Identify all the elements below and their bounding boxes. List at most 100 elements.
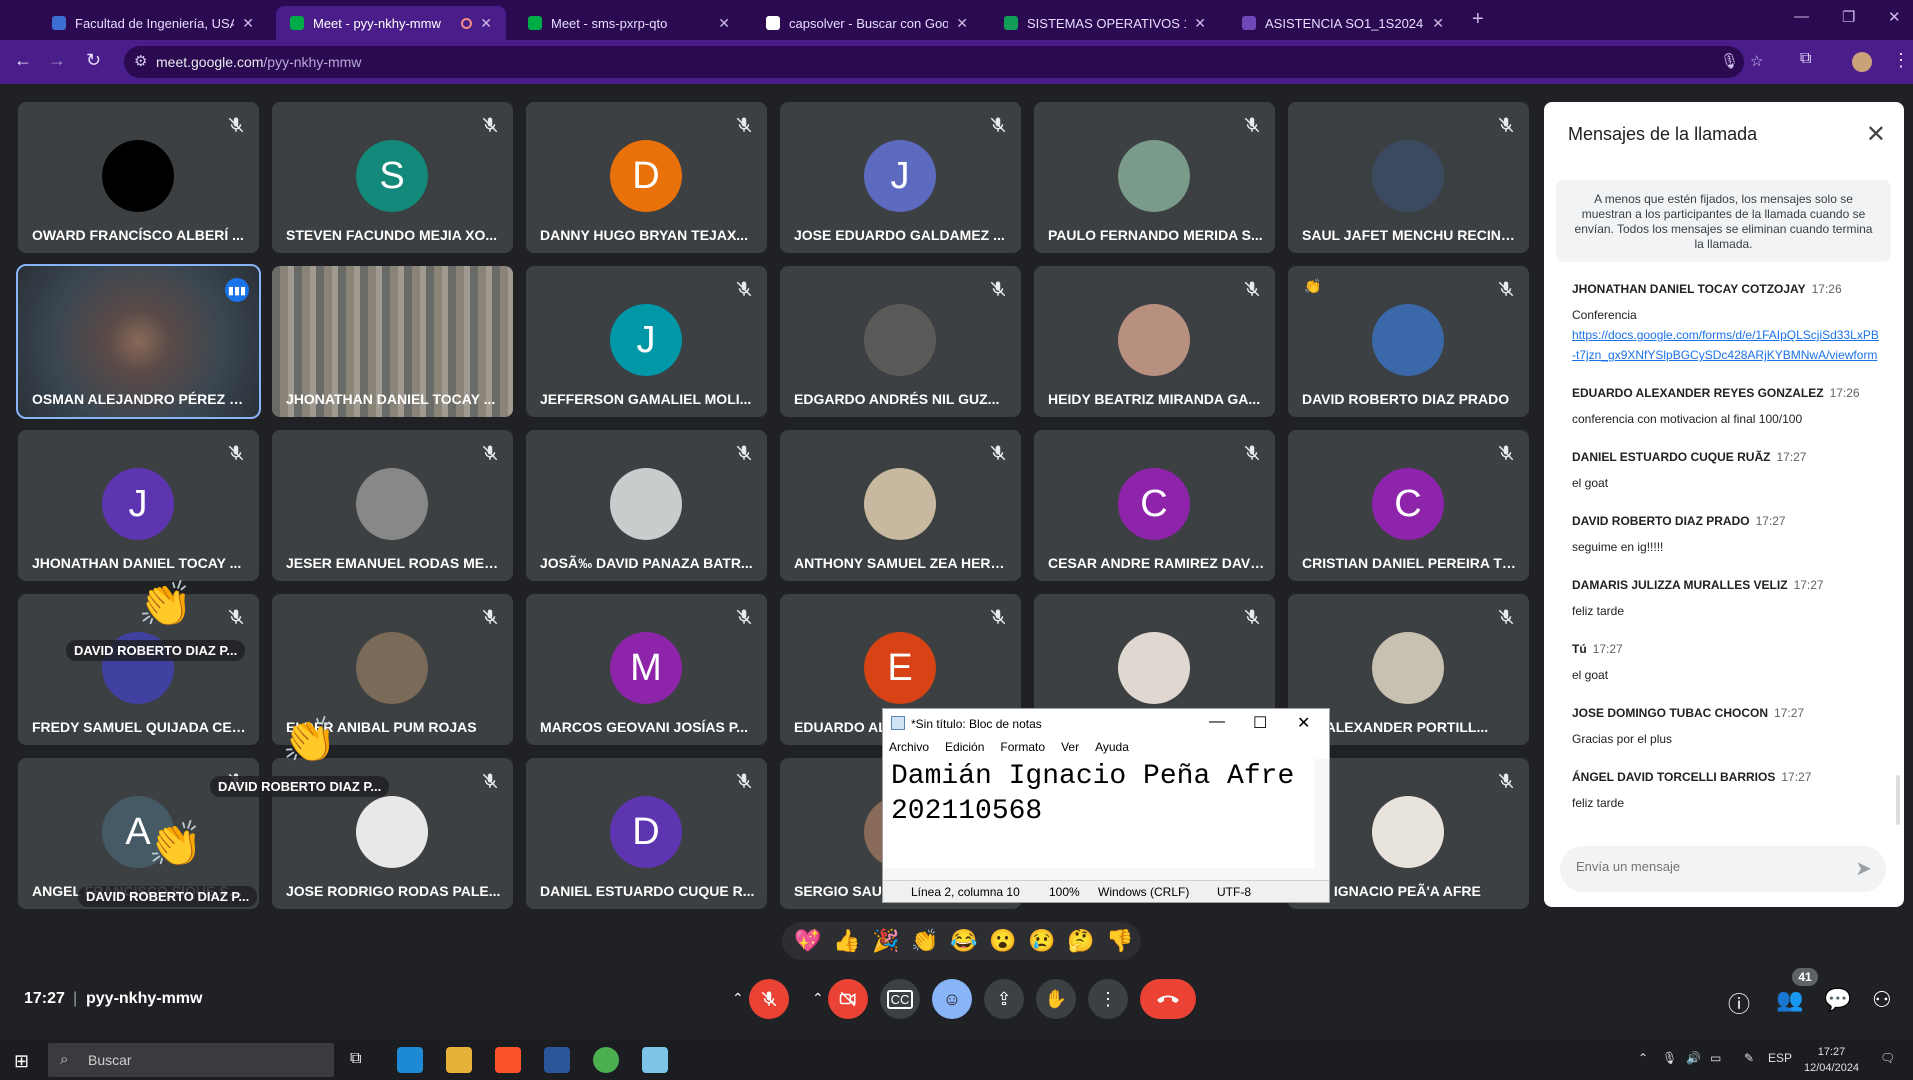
reaction-emoji-button[interactable]: 💖 (794, 928, 821, 954)
site-info-icon[interactable]: ⚙ (134, 52, 147, 70)
windows-start-icon[interactable]: ⊞ (14, 1051, 29, 1072)
tab-close-icon[interactable]: ✕ (1194, 15, 1206, 32)
notepad-menu-item[interactable]: Archivo (889, 740, 929, 754)
reaction-emoji-button[interactable]: 👎 (1106, 928, 1133, 954)
network-icon[interactable]: ▭ (1710, 1051, 1721, 1065)
volume-icon[interactable]: 🔊 (1686, 1051, 1701, 1065)
new-tab-button[interactable]: + (1472, 8, 1484, 31)
audio-options-chevron-icon[interactable]: ⌃ (732, 990, 744, 1007)
participant-tile[interactable]: SAUL JAFET MENCHU RECINOS (1288, 102, 1529, 253)
notepad-menu-item[interactable]: Ver (1061, 740, 1079, 754)
language-indicator[interactable]: ESP (1768, 1051, 1792, 1065)
browser-tab[interactable]: Meet - pyy-nkhy-mmw ✕ (276, 6, 506, 40)
message-input[interactable] (1576, 859, 1836, 874)
participant-tile[interactable]: D DANIEL ESTUARDO CUQUE R... (526, 758, 767, 909)
camera-button[interactable] (828, 979, 868, 1019)
participant-tile[interactable]: JOSÃ‰ DAVID PANAZA BATR... (526, 430, 767, 581)
leave-call-button[interactable] (1140, 979, 1196, 1019)
message-link[interactable]: https://docs.google.com/forms/d/e/1FAIpQ… (1572, 325, 1882, 365)
participant-tile[interactable]: JHONATHAN DANIEL TOCAY ... (272, 266, 513, 417)
tray-chevron-icon[interactable]: ⌃ (1638, 1051, 1648, 1065)
participant-tile[interactable]: PAULO FERNANDO MERIDA S... (1034, 102, 1275, 253)
people-icon[interactable]: 👥 (1776, 987, 1803, 1013)
bookmark-star-icon[interactable]: ☆ (1750, 52, 1763, 70)
notepad-horizontal-scrollbar[interactable] (883, 868, 1329, 880)
notepad-menu-item[interactable]: Edición (945, 740, 984, 754)
more-options-button[interactable]: ⋮ (1088, 979, 1128, 1019)
back-icon[interactable]: ← (14, 50, 32, 71)
activities-icon[interactable]: ⚇ (1872, 987, 1892, 1013)
notepad-taskbar-icon[interactable] (642, 1047, 668, 1073)
chat-scrollbar[interactable] (1896, 775, 1900, 825)
tab-close-icon[interactable]: ✕ (956, 15, 968, 32)
notifications-icon[interactable]: 🗨 (1880, 1051, 1895, 1065)
tab-close-icon[interactable]: ✕ (242, 15, 254, 32)
reaction-emoji-button[interactable]: 👍 (833, 928, 860, 954)
browser-tab[interactable]: ASISTENCIA SO1_1S2024 12/04 ✕ (1228, 6, 1458, 40)
participant-tile[interactable]: EDGARDO ANDRÉS NIL GUZ... (780, 266, 1021, 417)
notepad-menu-item[interactable]: Formato (1000, 740, 1045, 754)
browser-tab[interactable]: capsolver - Buscar con Google ✕ (752, 6, 982, 40)
taskbar-clock[interactable]: 17:27 12/04/2024 (1804, 1044, 1859, 1076)
notepad-text-area[interactable]: Damián Ignacio Peña Afre 202110568 (891, 759, 1311, 869)
chrome-icon[interactable] (593, 1047, 619, 1073)
brave-browser-icon[interactable] (495, 1047, 521, 1073)
url-field[interactable]: ⚙ meet.google.com/pyy-nkhy-mmw 🎙 ☆ (124, 46, 1763, 78)
present-screen-button[interactable]: ⇪ (984, 979, 1024, 1019)
minimize-button[interactable]: — (1794, 8, 1809, 25)
tray-mic-icon[interactable]: 🎙 (1662, 1051, 1677, 1065)
forward-icon[interactable]: → (48, 50, 66, 71)
participant-tile[interactable]: HEIDY BEATRIZ MIRANDA GA... (1034, 266, 1275, 417)
vscode-icon[interactable] (397, 1047, 423, 1073)
notepad-maximize-button[interactable]: ☐ (1253, 713, 1267, 733)
extensions-icon[interactable]: ⧉ (1800, 50, 1811, 68)
notepad-menu-item[interactable]: Ayuda (1095, 740, 1129, 754)
participant-tile[interactable]: D DANNY HUGO BRYAN TEJAX... (526, 102, 767, 253)
profile-avatar[interactable] (1852, 52, 1872, 72)
notepad-minimize-button[interactable]: — (1209, 713, 1225, 731)
microphone-button[interactable] (749, 979, 789, 1019)
menu-dots-icon[interactable]: ⋮ (1892, 50, 1910, 71)
participant-tile[interactable]: J JHONATHAN DANIEL TOCAY ... (18, 430, 259, 581)
reaction-emoji-button[interactable]: 🎉 (872, 928, 899, 954)
emoji-reactions-button[interactable]: ☺ (932, 979, 972, 1019)
participant-tile[interactable]: OWARD FRANCÍSCO ALBERÍ ... (18, 102, 259, 253)
participant-tile[interactable]: S STEVEN FACUNDO MEJIA XO... (272, 102, 513, 253)
notepad-vertical-scrollbar[interactable] (1315, 759, 1329, 874)
reaction-emoji-button[interactable]: 😢 (1028, 928, 1055, 954)
captions-button[interactable]: CC (880, 979, 920, 1019)
tab-close-icon[interactable]: ✕ (1432, 15, 1444, 32)
browser-tab[interactable]: Facultad de Ingeniería, USAC - I ✕ (38, 6, 268, 40)
tab-close-icon[interactable]: ✕ (480, 15, 492, 32)
raise-hand-button[interactable]: ✋ (1036, 979, 1076, 1019)
taskbar-search[interactable]: ⌕ Buscar (48, 1043, 334, 1077)
notepad-titlebar[interactable]: *Sin título: Bloc de notas — ☐ ✕ (883, 709, 1329, 737)
notepad-close-button[interactable]: ✕ (1297, 713, 1310, 733)
participant-tile[interactable]: J JEFFERSON GAMALIEL MOLI... (526, 266, 767, 417)
participant-tile[interactable]: ANTHONY SAMUEL ZEA HERR... (780, 430, 1021, 581)
close-window-button[interactable]: ✕ (1888, 8, 1901, 26)
participant-tile[interactable]: J JOSE EDUARDO GALDAMEZ ... (780, 102, 1021, 253)
participant-tile[interactable]: 👏 DAVID ROBERTO DIAZ PRADO (1288, 266, 1529, 417)
task-view-icon[interactable]: ⧉ (350, 1050, 361, 1068)
participant-tile[interactable]: C CESAR ANDRE RAMIREZ DAVI... (1034, 430, 1275, 581)
meeting-info-icon[interactable]: ⓘ (1728, 987, 1750, 1019)
browser-tab[interactable]: SISTEMAS OPERATIVOS 1 - 1S2 ✕ (990, 6, 1220, 40)
send-icon[interactable]: ➤ (1855, 856, 1872, 881)
video-options-chevron-icon[interactable]: ⌃ (812, 990, 824, 1007)
close-chat-icon[interactable]: ✕ (1866, 120, 1886, 149)
reaction-emoji-button[interactable]: 😮 (989, 928, 1016, 954)
participant-tile[interactable]: ▮▮▮ OSMAN ALEJANDRO PÉREZ L... (16, 264, 261, 419)
participant-tile[interactable]: JESER EMANUEL RODAS MED... (272, 430, 513, 581)
file-explorer-icon[interactable] (446, 1047, 472, 1073)
reaction-emoji-button[interactable]: 😂 (950, 928, 977, 954)
maximize-button[interactable]: ❐ (1842, 8, 1855, 26)
reload-icon[interactable]: ↻ (86, 50, 101, 71)
reaction-emoji-button[interactable]: 🤔 (1067, 928, 1094, 954)
word-icon[interactable] (544, 1047, 570, 1073)
participant-tile[interactable]: M MARCOS GEOVANI JOSÍAS P... (526, 594, 767, 745)
pen-icon[interactable]: ✎ (1744, 1051, 1754, 1065)
chat-icon[interactable]: 💬 (1824, 987, 1851, 1013)
browser-tab[interactable]: Meet - sms-pxrp-qto ✕ (514, 6, 744, 40)
tab-close-icon[interactable]: ✕ (718, 15, 730, 32)
